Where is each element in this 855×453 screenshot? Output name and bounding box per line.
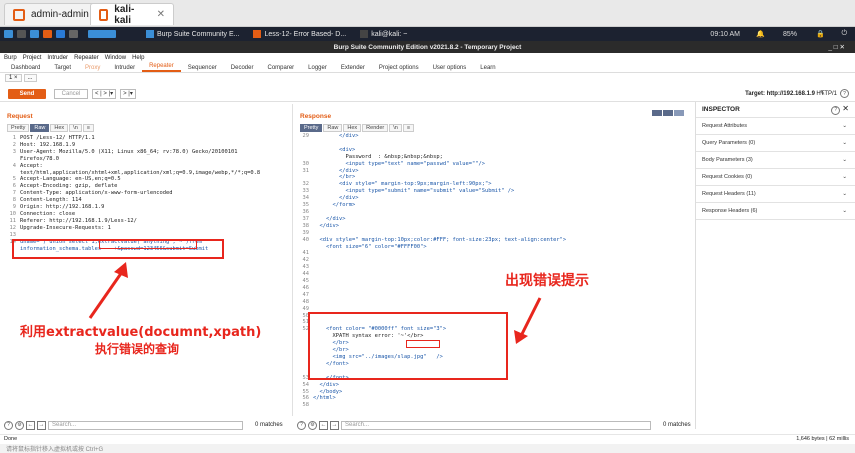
left-arrow: [88, 262, 128, 319]
right-arrow: [514, 297, 542, 344]
annotation-arrows: [88, 262, 542, 344]
annotation-right: 出现错误提示: [505, 273, 589, 289]
annotation-left-line2: 执行错误的查询: [95, 342, 180, 356]
annotation-left-line1: 利用extractvalue(documnt,xpath): [20, 325, 262, 340]
